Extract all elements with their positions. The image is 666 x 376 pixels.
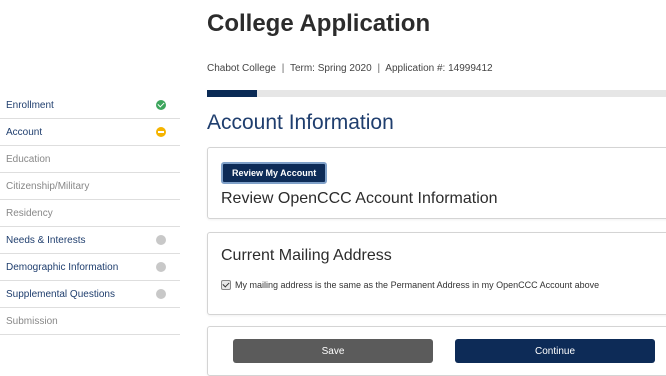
sidebar-item-label: Demographic Information bbox=[6, 261, 119, 273]
sidebar-item-label: Residency bbox=[6, 207, 53, 219]
review-account-heading: Review OpenCCC Account Information bbox=[221, 190, 498, 207]
sidebar-item-demographic-information[interactable]: Demographic Information bbox=[0, 254, 180, 281]
check-circle-icon bbox=[156, 100, 166, 110]
sidebar-item-enrollment[interactable]: Enrollment bbox=[0, 92, 180, 119]
in-progress-icon bbox=[156, 127, 166, 137]
application-progress-bar bbox=[207, 90, 666, 97]
meta-separator: | bbox=[377, 63, 381, 74]
section-title: Account Information bbox=[207, 111, 394, 134]
meta-separator: | bbox=[281, 63, 285, 74]
sidebar-item-label: Supplemental Questions bbox=[6, 288, 115, 300]
application-meta: Chabot College | Term: Spring 2020 | App… bbox=[207, 63, 493, 74]
same-address-label: My mailing address is the same as the Pe… bbox=[235, 280, 600, 290]
term-label: Term: Spring 2020 bbox=[289, 63, 372, 74]
continue-button[interactable]: Continue bbox=[455, 339, 655, 363]
sidebar-item-submission[interactable]: Submission bbox=[0, 308, 180, 335]
save-button[interactable]: Save bbox=[233, 339, 433, 363]
sidebar-item-supplemental-questions[interactable]: Supplemental Questions bbox=[0, 281, 180, 308]
incomplete-circle-icon bbox=[156, 289, 166, 299]
sidebar-item-label: Citizenship/Military bbox=[6, 180, 90, 192]
sidebar-item-label: Needs & Interests bbox=[6, 234, 86, 246]
form-actions: Save Continue bbox=[207, 326, 666, 376]
same-address-option[interactable]: My mailing address is the same as the Pe… bbox=[221, 280, 599, 290]
sidebar-item-citizenship-military[interactable]: Citizenship/Military bbox=[0, 173, 180, 200]
sidebar-item-residency[interactable]: Residency bbox=[0, 200, 180, 227]
review-account-card: Review My Account Review OpenCCC Account… bbox=[207, 147, 666, 219]
sidebar-item-account[interactable]: Account bbox=[0, 119, 180, 146]
page-title: College Application bbox=[207, 10, 431, 37]
sidebar-item-label: Education bbox=[6, 153, 51, 165]
mailing-address-heading: Current Mailing Address bbox=[221, 247, 392, 264]
review-my-account-button[interactable]: Review My Account bbox=[221, 162, 328, 184]
incomplete-circle-icon bbox=[156, 235, 166, 245]
sidebar-item-label: Submission bbox=[6, 315, 58, 327]
same-address-checkbox[interactable] bbox=[221, 280, 231, 290]
sidebar-item-label: Account bbox=[6, 126, 43, 138]
sidebar-item-education[interactable]: Education bbox=[0, 146, 180, 173]
application-number: Application #: 14999412 bbox=[385, 63, 493, 74]
college-name: Chabot College bbox=[207, 63, 276, 74]
sidebar-item-label: Enrollment bbox=[6, 99, 54, 111]
sidebar-nav: Enrollment Account Education Citizenship… bbox=[0, 92, 180, 335]
sidebar-item-needs-interests[interactable]: Needs & Interests bbox=[0, 227, 180, 254]
incomplete-circle-icon bbox=[156, 262, 166, 272]
progress-fill bbox=[207, 90, 258, 97]
mailing-address-card: Current Mailing Address My mailing addre… bbox=[207, 232, 666, 315]
